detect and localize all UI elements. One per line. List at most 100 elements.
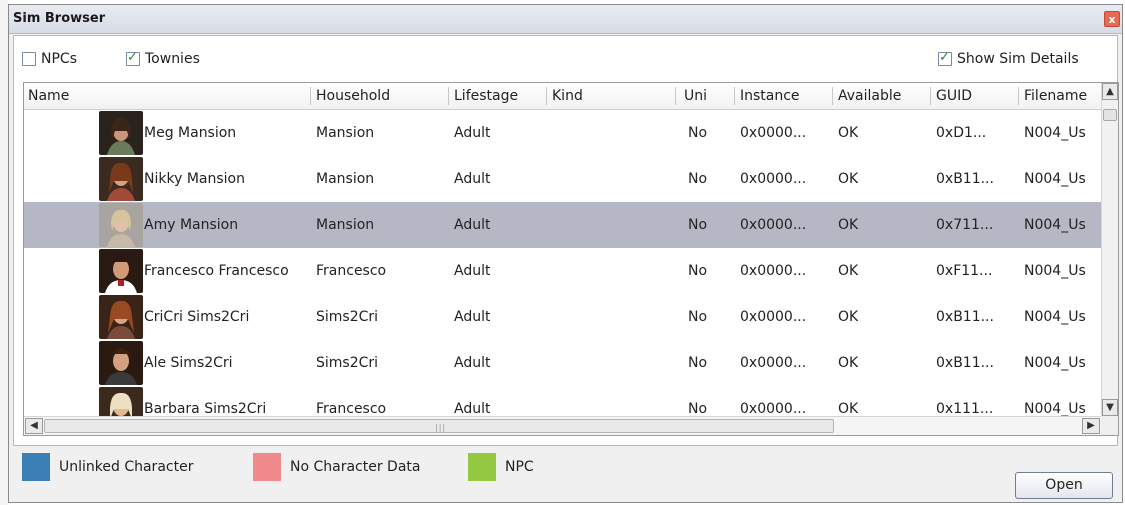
cell-lifestage: Adult: [454, 125, 491, 141]
cell-instance: 0x0000...: [740, 171, 807, 187]
window-title: Sim Browser: [13, 11, 106, 26]
cell-name: Amy Mansion: [144, 217, 239, 233]
column-header-lifestage[interactable]: Lifestage: [450, 83, 546, 109]
table-row-selected[interactable]: Amy Mansion Mansion Adult No 0x0000... O…: [24, 202, 1102, 248]
cell-guid: 0xB11...: [936, 171, 994, 187]
npcs-checkbox[interactable]: NPCs: [22, 51, 77, 67]
cell-available: OK: [838, 355, 859, 371]
cell-available: OK: [838, 217, 859, 233]
legend-label-no-data: No Character Data: [290, 459, 421, 475]
cell-guid: 0xF11...: [936, 263, 993, 279]
column-divider[interactable]: [1018, 87, 1019, 105]
show-details-checkbox[interactable]: Show Sim Details: [938, 50, 1079, 67]
column-header-guid[interactable]: GUID: [932, 83, 1018, 109]
legend-swatch-npc: [468, 453, 496, 481]
scroll-up-icon[interactable]: ▲: [1102, 83, 1118, 100]
cell-filename: N004_Us: [1024, 171, 1086, 187]
cell-instance: 0x0000...: [740, 125, 807, 141]
column-divider[interactable]: [675, 87, 676, 105]
column-header-household[interactable]: Household: [312, 83, 448, 109]
sim-portrait: [99, 387, 143, 416]
legend-label-unlinked: Unlinked Character: [59, 459, 194, 475]
cell-instance: 0x0000...: [740, 217, 807, 233]
cell-household: Francesco: [316, 401, 387, 416]
column-header-uni[interactable]: Uni: [680, 83, 730, 109]
cell-guid: 0x711...: [936, 217, 994, 233]
column-divider[interactable]: [310, 87, 311, 105]
cell-lifestage: Adult: [454, 217, 491, 233]
vertical-scroll-thumb[interactable]: [1103, 109, 1117, 121]
column-header-instance[interactable]: Instance: [736, 83, 832, 109]
column-divider[interactable]: [734, 87, 735, 105]
title-bar[interactable]: Sim Browser x: [9, 5, 1122, 34]
column-header-name[interactable]: Name: [24, 83, 309, 109]
cell-lifestage: Adult: [454, 355, 491, 371]
column-divider[interactable]: [546, 87, 547, 105]
table-row[interactable]: CriCri Sims2Cri Sims2Cri Adult No 0x0000…: [24, 294, 1102, 340]
cell-household: Sims2Cri: [316, 309, 379, 325]
cell-uni: No: [688, 355, 708, 371]
cell-lifestage: Adult: [454, 401, 491, 416]
table-row[interactable]: Francesco Francesco Francesco Adult No 0…: [24, 248, 1102, 294]
table-row[interactable]: Meg Mansion Mansion Adult No 0x0000... O…: [24, 110, 1102, 156]
cell-uni: No: [688, 263, 708, 279]
column-header-available[interactable]: Available: [834, 83, 930, 109]
close-button[interactable]: x: [1104, 11, 1120, 27]
cell-guid: 0xB11...: [936, 355, 994, 371]
legend-unlinked: Unlinked Character: [22, 453, 193, 481]
open-button[interactable]: Open: [1015, 472, 1113, 499]
cell-lifestage: Adult: [454, 309, 491, 325]
column-divider[interactable]: [832, 87, 833, 105]
sim-table: Name Household Lifestage Kind Uni Instan…: [23, 82, 1119, 436]
cell-uni: No: [688, 125, 708, 141]
table-row[interactable]: Ale Sims2Cri Sims2Cri Adult No 0x0000...…: [24, 340, 1102, 386]
cell-filename: N004_Us: [1024, 309, 1086, 325]
cell-guid: 0x111...: [936, 401, 994, 416]
vertical-scrollbar[interactable]: ▲ ▼: [1101, 83, 1118, 416]
sim-portrait: [99, 341, 143, 385]
cell-household: Mansion: [316, 171, 375, 187]
table-header: Name Household Lifestage Kind Uni Instan…: [24, 83, 1102, 110]
cell-filename: N004_Us: [1024, 217, 1086, 233]
cell-available: OK: [838, 309, 859, 325]
legend-label-npc: NPC: [505, 459, 534, 475]
horizontal-scroll-thumb[interactable]: |||: [44, 419, 834, 433]
column-divider[interactable]: [448, 87, 449, 105]
table-row[interactable]: Nikky Mansion Mansion Adult No 0x0000...…: [24, 156, 1102, 202]
npcs-checkbox-label: NPCs: [41, 51, 77, 67]
column-header-kind[interactable]: Kind: [548, 83, 674, 109]
cell-available: OK: [838, 171, 859, 187]
cell-name: Nikky Mansion: [144, 171, 245, 187]
cell-name: CriCri Sims2Cri: [144, 309, 250, 325]
cell-guid: 0xB11...: [936, 309, 994, 325]
townies-checkbox-box[interactable]: [126, 50, 140, 66]
npcs-checkbox-box[interactable]: [22, 52, 36, 66]
horizontal-scrollbar[interactable]: ◀ ||| ▶: [24, 416, 1102, 435]
scroll-left-icon[interactable]: ◀: [25, 418, 43, 434]
cell-household: Mansion: [316, 217, 375, 233]
sim-portrait: [99, 157, 143, 201]
background-edge: [0, 0, 8, 505]
townies-checkbox[interactable]: Townies: [126, 50, 200, 67]
cell-household: Sims2Cri: [316, 355, 379, 371]
sim-portrait: [99, 295, 143, 339]
cell-filename: N004_Us: [1024, 355, 1086, 371]
close-icon: x: [1108, 13, 1116, 26]
show-details-checkbox-label: Show Sim Details: [957, 51, 1079, 67]
legend-swatch-no-data: [253, 453, 281, 481]
table-body: Meg Mansion Mansion Adult No 0x0000... O…: [24, 110, 1102, 416]
show-details-checkbox-box[interactable]: [938, 50, 952, 66]
cell-instance: 0x0000...: [740, 263, 807, 279]
cell-instance: 0x0000...: [740, 309, 807, 325]
cell-name: Barbara Sims2Cri: [144, 401, 267, 416]
cell-available: OK: [838, 401, 859, 416]
scroll-right-icon[interactable]: ▶: [1082, 418, 1100, 434]
table-row[interactable]: Barbara Sims2Cri Francesco Adult No 0x00…: [24, 386, 1102, 416]
column-header-filename[interactable]: Filename: [1020, 83, 1102, 109]
scroll-down-icon[interactable]: ▼: [1102, 399, 1118, 416]
cell-name: Francesco Francesco: [144, 263, 289, 279]
cell-name: Meg Mansion: [144, 125, 237, 141]
column-divider[interactable]: [930, 87, 931, 105]
cell-filename: N004_Us: [1024, 401, 1086, 416]
cell-filename: N004_Us: [1024, 125, 1086, 141]
